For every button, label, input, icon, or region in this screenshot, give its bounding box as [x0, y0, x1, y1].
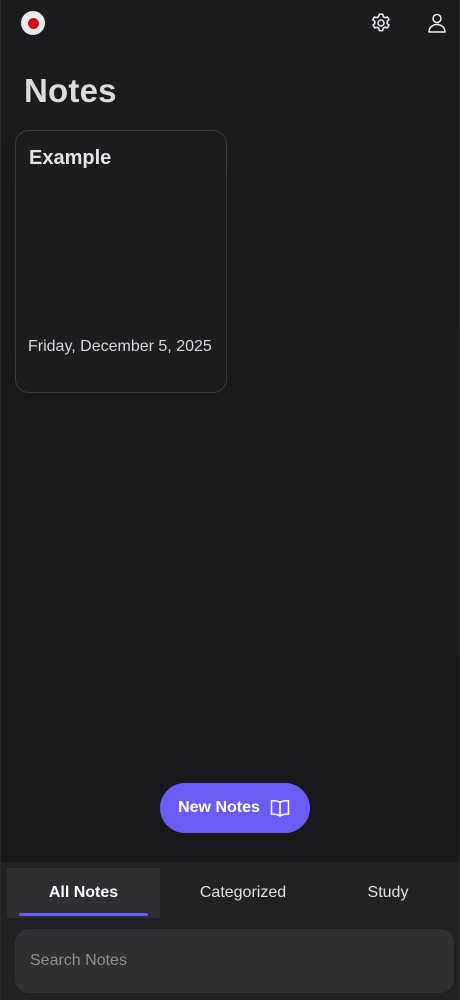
bottom-panel: All Notes Categorized Study — [1, 862, 459, 1000]
tab-categorized[interactable]: Categorized — [167, 868, 319, 918]
gear-icon — [372, 13, 390, 32]
user-icon — [428, 13, 446, 33]
settings-button[interactable] — [368, 10, 394, 36]
active-tab-indicator — [19, 913, 148, 916]
tab-bar: All Notes Categorized Study — [1, 868, 459, 918]
note-date: Friday, December 5, 2025 — [28, 338, 212, 355]
search-input[interactable] — [15, 929, 454, 993]
note-card[interactable]: Example Friday, December 5, 2025 — [15, 130, 227, 393]
page-title: Notes — [24, 72, 117, 109]
tab-label: All Notes — [48, 884, 119, 901]
notes-app: Notes Example Friday, December 5, 2025 N… — [0, 0, 460, 1000]
open-book-icon — [270, 799, 290, 817]
tab-label: Categorized — [199, 884, 287, 901]
tab-study[interactable]: Study — [319, 868, 457, 918]
new-notes-label: New Notes — [178, 799, 260, 816]
tab-all-notes[interactable]: All Notes — [7, 868, 160, 918]
japan-flag-icon[interactable] — [21, 11, 45, 35]
tab-label: Study — [367, 884, 409, 901]
flag-red-disc — [27, 17, 39, 29]
profile-button[interactable] — [424, 10, 450, 36]
note-title: Example — [29, 147, 112, 169]
new-notes-button[interactable]: New Notes — [160, 783, 310, 833]
top-bar — [1, 0, 460, 48]
